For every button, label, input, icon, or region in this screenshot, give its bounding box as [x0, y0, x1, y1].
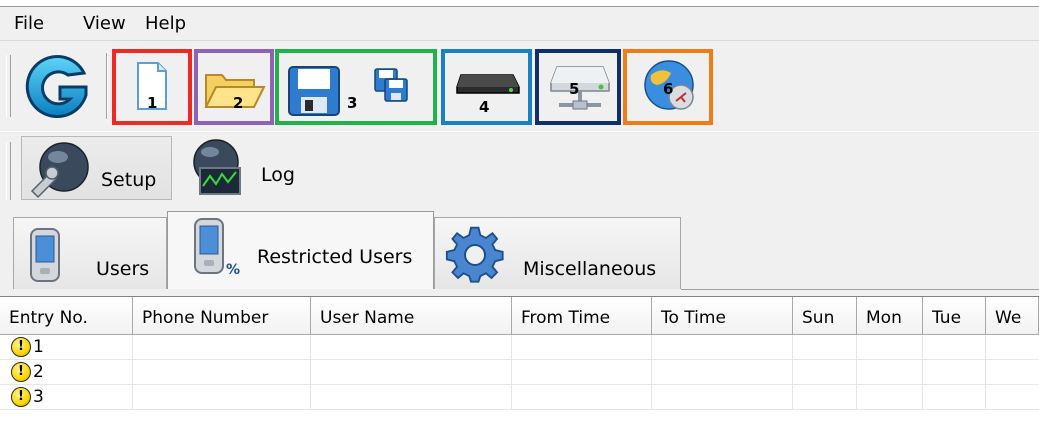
menu-view[interactable]: View: [83, 13, 126, 34]
button-number-3: 3: [347, 94, 358, 112]
column-header-from-time[interactable]: From Time: [512, 297, 652, 335]
network-drive-icon: [550, 66, 610, 110]
column-header-to-time[interactable]: To Time: [652, 297, 793, 335]
setup-button[interactable]: Setup: [21, 136, 172, 200]
tab-restricted-users-label: Restricted Users: [257, 246, 413, 268]
save-button[interactable]: 3: [275, 49, 437, 125]
save-all-icon: [374, 68, 408, 102]
open-button[interactable]: 2: [194, 49, 274, 125]
svg-text:%: %: [226, 262, 240, 278]
column-header-phone-number[interactable]: Phone Number: [133, 297, 311, 335]
log-button[interactable]: Log: [176, 136, 300, 200]
setup-wrench-icon: [30, 142, 89, 199]
network-drive-button[interactable]: 5: [535, 49, 621, 125]
table-row[interactable]: ! 2: [0, 360, 1039, 385]
menu-bar: File View Help: [0, 7, 1039, 41]
menu-file[interactable]: File: [14, 13, 44, 34]
column-header-mon[interactable]: Mon: [857, 297, 923, 335]
modem-button[interactable]: 4: [441, 49, 532, 125]
button-number-6: 6: [663, 80, 674, 98]
tab-strip-baseline: [681, 289, 1039, 290]
tab-users-label: Users: [96, 258, 150, 280]
entry-number: 2: [33, 362, 44, 382]
column-header-entry-no[interactable]: Entry No.: [0, 297, 133, 335]
table-row[interactable]: ! 1: [0, 335, 1039, 360]
button-number-2: 2: [233, 94, 244, 112]
phone-icon: [30, 228, 60, 282]
users-table: Entry No. Phone Number User Name From Ti…: [0, 296, 1039, 446]
tab-restricted-users[interactable]: % Restricted Users: [167, 211, 434, 289]
column-header-wed[interactable]: We: [986, 297, 1039, 335]
globe-settings-button[interactable]: 6: [623, 49, 713, 125]
warning-icon: !: [11, 337, 31, 357]
phone-restricted-icon: %: [194, 218, 240, 278]
tab-miscellaneous[interactable]: Miscellaneous: [434, 217, 681, 289]
new-button[interactable]: 1: [112, 49, 192, 125]
modem-device-icon: [456, 74, 520, 94]
log-chart-icon: [193, 139, 241, 195]
table-row[interactable]: ! 3: [0, 385, 1039, 410]
entry-number: 3: [33, 387, 44, 407]
view-toolbar-grip[interactable]: [6, 142, 11, 200]
tab-miscellaneous-label: Miscellaneous: [523, 258, 657, 280]
menu-help[interactable]: Help: [145, 13, 186, 34]
column-header-user-name[interactable]: User Name: [311, 297, 512, 335]
button-number-5: 5: [569, 80, 580, 98]
tab-strip: Users % Restricted Users Miscellaneous: [0, 207, 1039, 295]
app-logo-icon: [18, 51, 98, 123]
window-top-edge: [0, 0, 1039, 7]
toolbar-grip[interactable]: [6, 55, 11, 117]
log-label: Log: [261, 164, 295, 186]
save-icon: [288, 66, 340, 116]
warning-icon: !: [11, 387, 31, 407]
entry-number: 1: [33, 337, 44, 357]
setup-label: Setup: [101, 169, 157, 191]
toolbar-separator: [106, 53, 108, 119]
button-number-1: 1: [147, 94, 158, 112]
column-header-tue[interactable]: Tue: [923, 297, 986, 335]
button-number-4: 4: [479, 98, 490, 116]
main-toolbar: 1 2 3 4 5 6: [0, 41, 1039, 130]
column-header-sun[interactable]: Sun: [793, 297, 857, 335]
warning-icon: !: [11, 362, 31, 382]
tab-users[interactable]: Users: [13, 217, 167, 289]
view-toolbar: Setup Log: [0, 131, 1039, 208]
gear-icon: [445, 226, 504, 283]
